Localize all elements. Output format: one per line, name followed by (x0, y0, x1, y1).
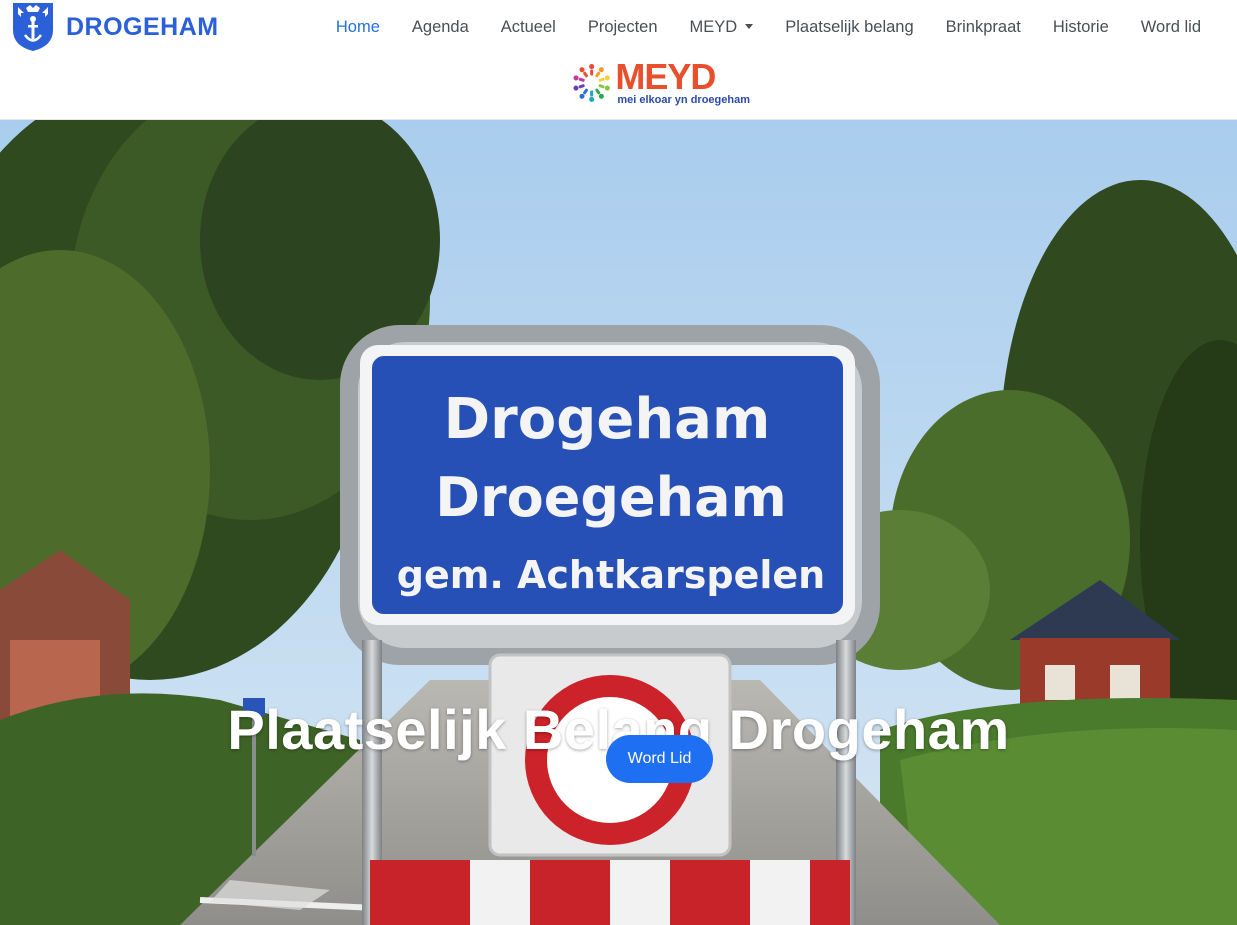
nav-item-agenda[interactable]: Agenda (396, 14, 485, 40)
nav-item-projecten[interactable]: Projecten (572, 14, 674, 40)
brand-name: DROGEHAM (66, 12, 219, 41)
nav-item-meyd-dropdown[interactable]: MEYD (674, 14, 770, 40)
hero-photo-town-sign: Drogeham Droegeham gem. Achtkarspelen (0, 120, 1237, 925)
nav-item-brinkpraat[interactable]: Brinkpraat (930, 14, 1037, 40)
nav-item-actueel[interactable]: Actueel (485, 14, 572, 40)
nav-item-historie[interactable]: Historie (1037, 14, 1125, 40)
meyd-logo-tagline: mei elkoar yn droegeham (617, 94, 750, 106)
site-header: DROGEHAM Home Agenda Actueel Projecten M… (0, 0, 1237, 120)
word-lid-button[interactable]: Word Lid (606, 735, 713, 783)
sign-line-1: Drogeham (444, 387, 771, 452)
main-nav: Home Agenda Actueel Projecten MEYD Plaat… (320, 14, 1217, 40)
meyd-logo-word: MEYD (615, 56, 716, 97)
coat-of-arms-icon (13, 3, 53, 51)
nav-item-plaatselijk-belang[interactable]: Plaatselijk belang (769, 14, 929, 40)
meyd-logo[interactable]: MEYD mei elkoar yn droegeham (570, 54, 750, 112)
caret-down-icon (745, 24, 754, 30)
sign-line-3: gem. Achtkarspelen (397, 553, 825, 597)
nav-item-home[interactable]: Home (320, 14, 396, 40)
meyd-people-ring-icon (573, 64, 610, 102)
hero-banner: Drogeham Droegeham gem. Achtkarspelen Pl… (0, 120, 1237, 925)
sign-line-2: Droegeham (435, 466, 787, 529)
nav-item-word-lid[interactable]: Word lid (1125, 14, 1217, 40)
nav-item-meyd-label: MEYD (689, 18, 738, 36)
brand-link[interactable]: DROGEHAM (12, 2, 219, 52)
